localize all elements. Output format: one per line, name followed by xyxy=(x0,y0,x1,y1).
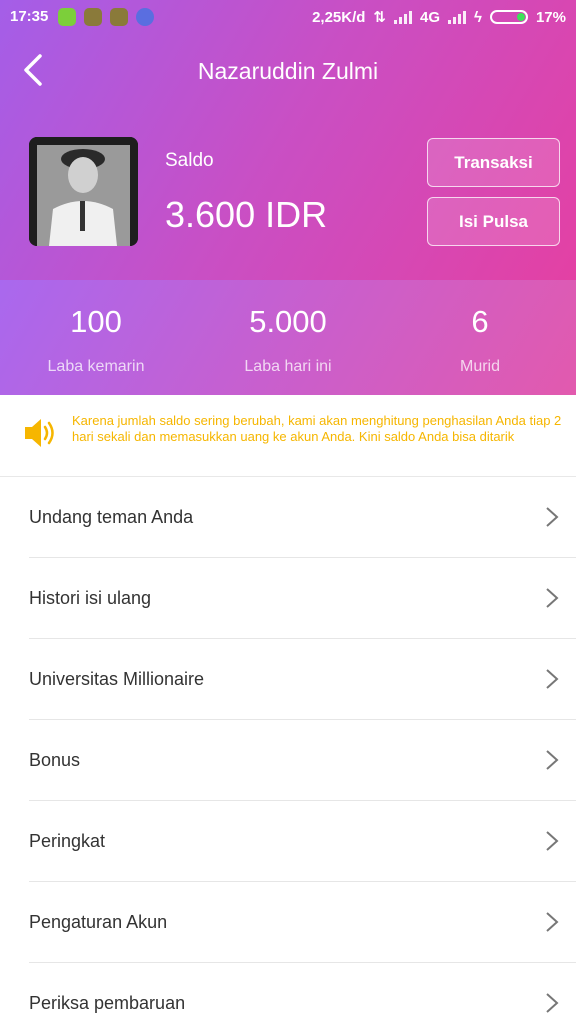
stat-label: Murid xyxy=(459,358,500,375)
menu-item-label: Universitas Millionaire xyxy=(29,669,205,689)
app-icon xyxy=(84,8,102,26)
transaksi-button[interactable]: Transaksi xyxy=(427,138,560,187)
profile-header: 17:35 2,25K/d ⇅ 4G ϟ 17% Nazaruddin Zulm… xyxy=(0,0,576,395)
stat-value: 5.000 xyxy=(249,304,327,339)
signal-icon xyxy=(448,10,467,24)
menu-item-label: Periksa pembaruan xyxy=(29,993,186,1013)
stat-value: 6 xyxy=(471,304,489,339)
page-title: Nazaruddin Zulmi xyxy=(197,58,379,84)
menu-item-bonus[interactable]: Bonus xyxy=(29,720,576,801)
menu-item-universitas-millionaire[interactable]: Universitas Millionaire xyxy=(29,639,576,720)
charging-icon: ϟ xyxy=(474,8,482,26)
menu-item-label: Pengaturan Akun xyxy=(29,912,168,932)
avatar xyxy=(29,137,138,246)
menu-item-label: Undang teman Anda xyxy=(29,507,194,527)
menu-item-pengaturan-akun[interactable]: Pengaturan Akun xyxy=(29,882,576,963)
menu-item-label: Peringkat xyxy=(29,831,106,851)
isi-pulsa-button[interactable]: Isi Pulsa xyxy=(427,197,560,246)
signal-icon xyxy=(394,10,412,24)
data-transfer-icon: ⇅ xyxy=(373,9,386,26)
chevron-right-icon xyxy=(546,831,559,851)
stat-murid: 6 Murid xyxy=(384,300,576,376)
stat-laba-kemarin: 100 Laba kemarin xyxy=(0,300,192,376)
notice-banner: Karena jumlah saldo sering berubah, kami… xyxy=(0,395,576,477)
phone-icon xyxy=(58,8,76,26)
chevron-right-icon xyxy=(546,993,559,1013)
battery-icon xyxy=(489,10,528,24)
menu-item-label: Histori isi ulang xyxy=(29,588,152,608)
balance-value: 3.600 IDR xyxy=(165,194,328,235)
stat-label: Laba kemarin xyxy=(47,358,145,375)
app-icon xyxy=(110,8,128,26)
menu-item-peringkat[interactable]: Peringkat xyxy=(29,801,576,882)
menu-item-undang-teman[interactable]: Undang teman Anda xyxy=(29,477,576,558)
stat-label: Laba hari ini xyxy=(244,358,332,375)
chevron-right-icon xyxy=(546,507,559,527)
status-bar: 17:35 2,25K/d ⇅ 4G ϟ 17% xyxy=(0,0,576,34)
menu-item-periksa-pembaruan[interactable]: Periksa pembaruan xyxy=(29,963,576,1024)
chevron-right-icon xyxy=(546,750,559,770)
chevron-right-icon xyxy=(546,588,559,608)
stat-laba-hari-ini: 5.000 Laba hari ini xyxy=(192,300,384,376)
menu-list: Undang teman Anda Histori isi ulang Univ… xyxy=(0,477,576,1024)
speaker-icon xyxy=(25,419,54,447)
balance-label: Saldo xyxy=(165,150,214,171)
status-time: 17:35 xyxy=(10,8,49,25)
network-type: 4G xyxy=(420,8,441,26)
battery-percent: 17% xyxy=(535,8,566,26)
browser-icon xyxy=(136,8,154,26)
stat-value: 100 xyxy=(70,304,122,339)
menu-item-label: Bonus xyxy=(29,750,81,770)
chevron-right-icon xyxy=(546,912,559,932)
notice-text: Karena jumlah saldo sering berubah, kami… xyxy=(72,413,562,444)
chevron-right-icon xyxy=(546,669,559,689)
network-speed: 2,25K/d xyxy=(312,8,366,26)
menu-item-histori-isi-ulang[interactable]: Histori isi ulang xyxy=(29,558,576,639)
